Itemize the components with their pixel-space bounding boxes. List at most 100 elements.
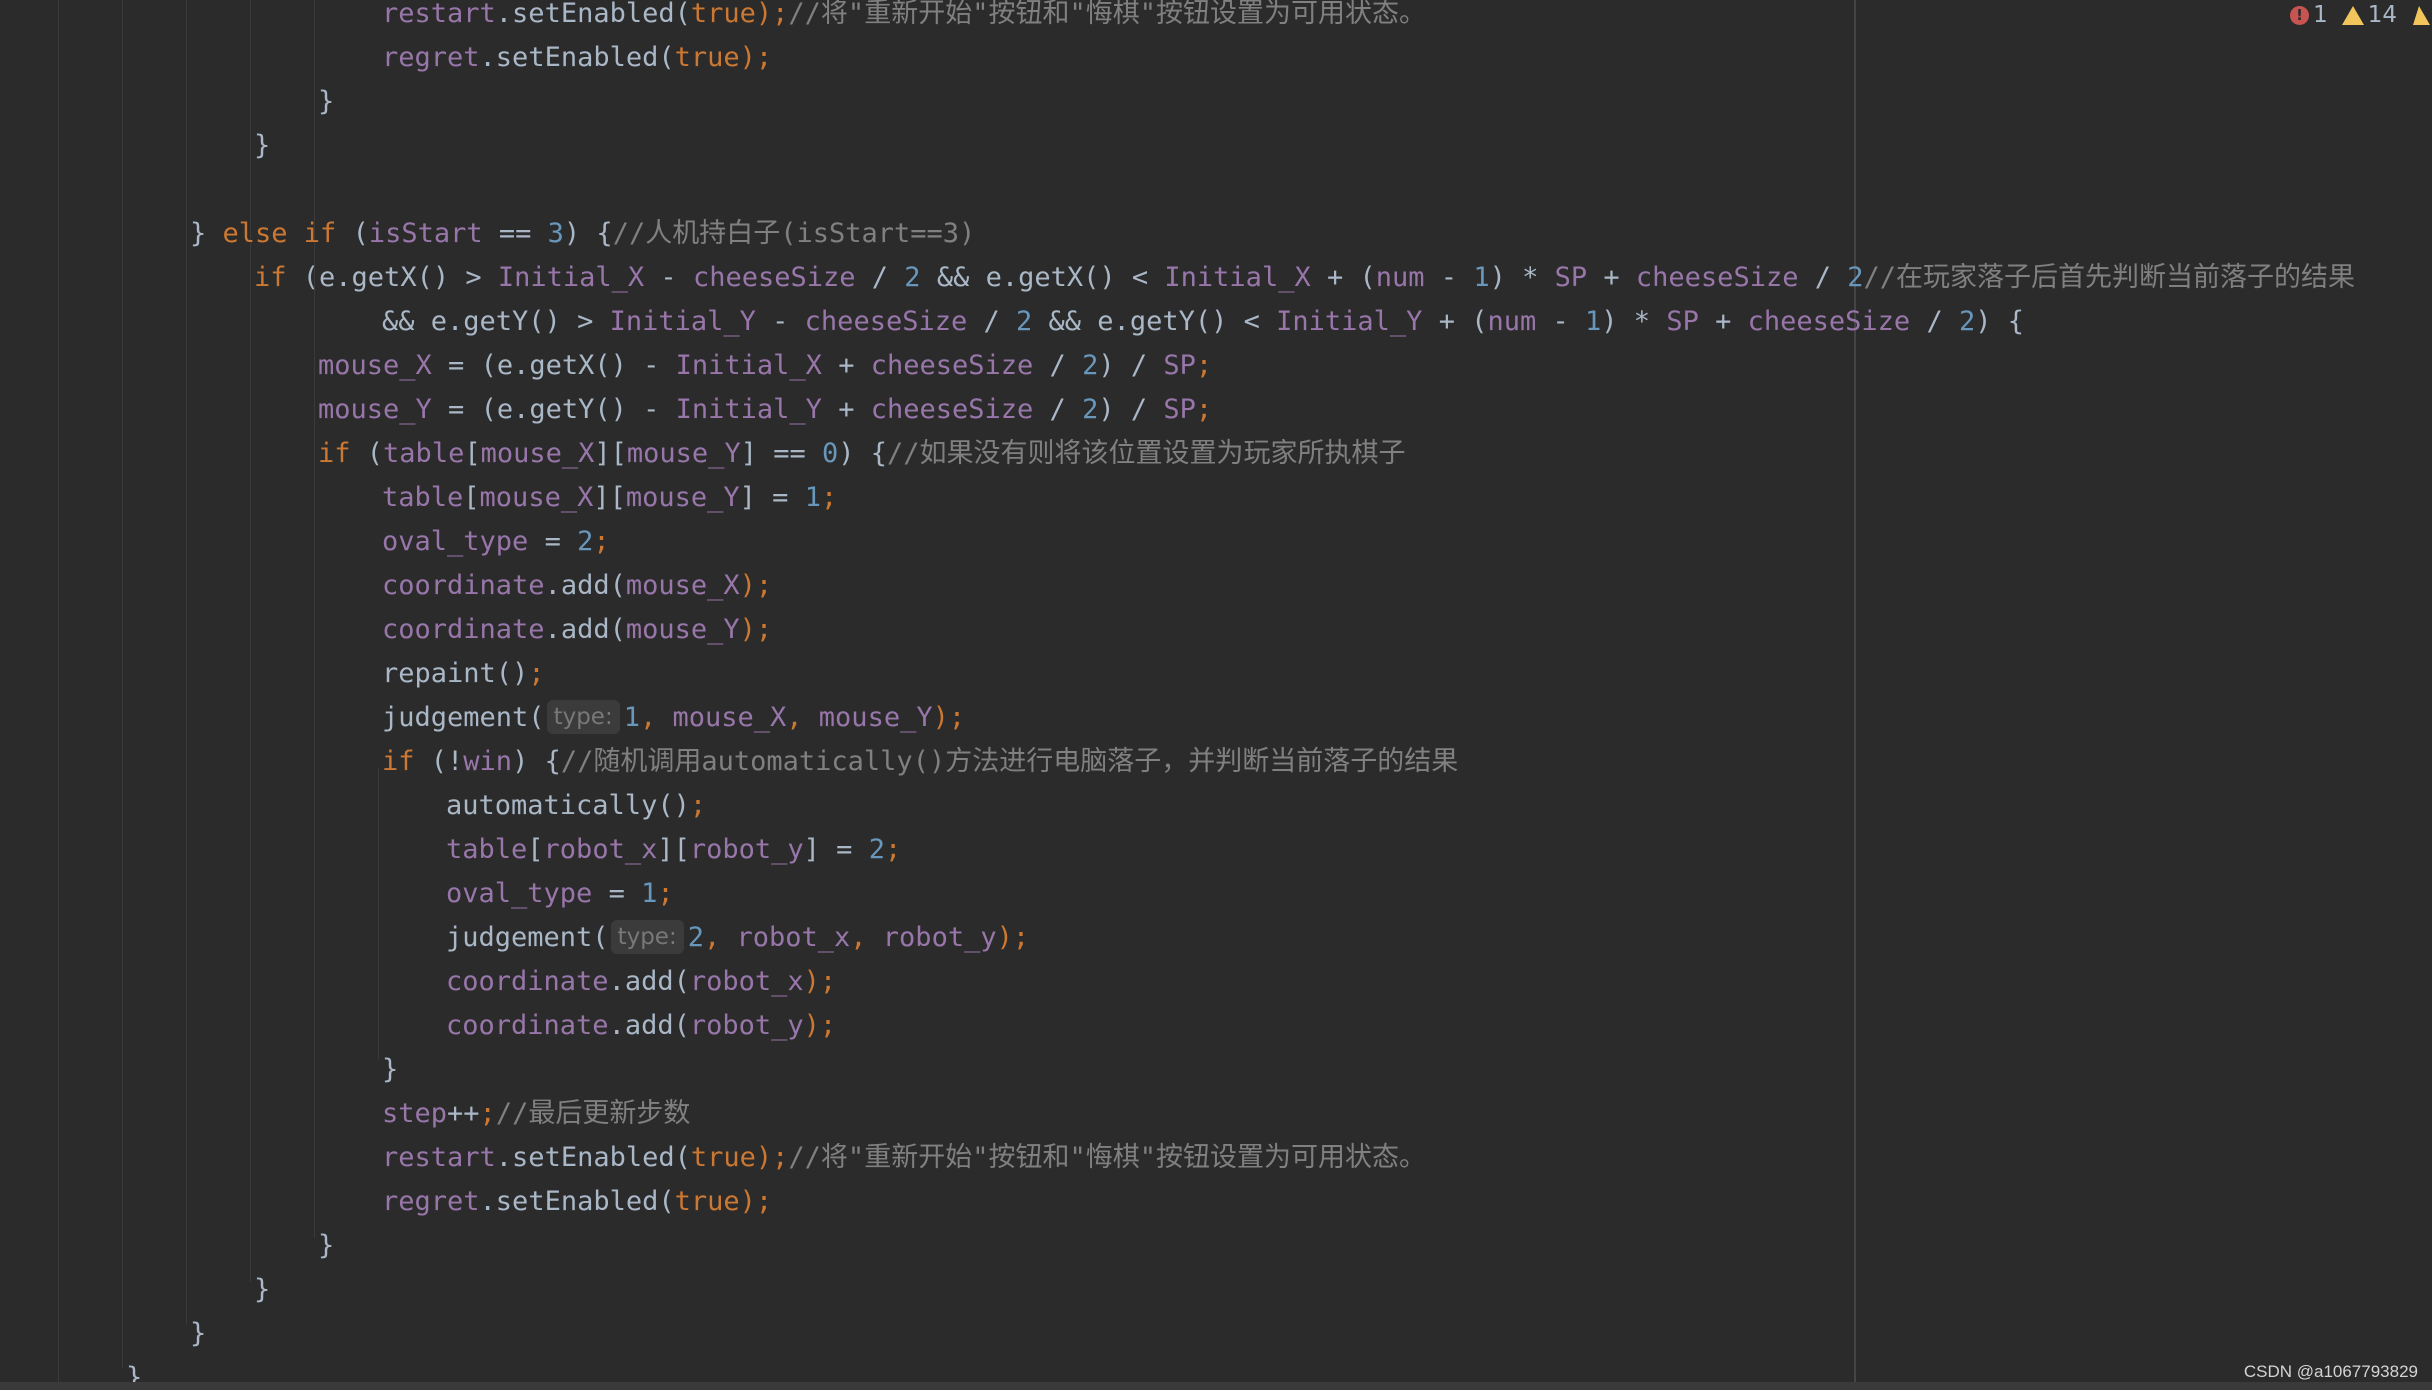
code-token-fld: num (1487, 306, 1537, 337)
code-token-num: 2 (1082, 394, 1099, 425)
parameter-hint: type: (610, 920, 684, 954)
code-line[interactable]: } (254, 124, 270, 168)
code-line[interactable]: oval_type = 1; (446, 872, 674, 916)
code-token-pl: + (1698, 306, 1748, 337)
weak-warning-icon (2413, 5, 2430, 25)
warning-count: 14 (2367, 2, 2397, 28)
code-line[interactable]: regret.setEnabled(true); (382, 1180, 772, 1224)
code-token-pl: .add( (544, 614, 626, 645)
code-token-kw: if (318, 438, 367, 469)
code-token-kw: true (674, 42, 740, 73)
code-token-num: 2 (577, 526, 594, 557)
code-token-pl: } (190, 1318, 207, 1349)
code-token-kw: ; (689, 790, 707, 821)
code-token-fld: robot_y (689, 1010, 804, 1041)
code-line[interactable]: coordinate.add(robot_x); (446, 960, 836, 1004)
indent-guide (250, 0, 251, 1282)
code-line[interactable]: automatically(); (446, 784, 706, 828)
code-line[interactable]: coordinate.add(mouse_X); (382, 564, 772, 608)
code-line[interactable]: step++;//最后更新步数 (382, 1092, 690, 1136)
code-token-fld: oval_type (446, 878, 593, 909)
code-token-kw: ; (1195, 350, 1213, 381)
horizontal-scrollbar[interactable] (0, 1382, 2432, 1390)
code-token-fld: Initial_X (497, 262, 645, 293)
code-line[interactable]: mouse_X = (e.getX() - Initial_X + cheese… (318, 344, 1212, 388)
code-line[interactable]: table[robot_x][robot_y] = 2; (446, 828, 901, 872)
code-token-fld: num (1375, 262, 1425, 293)
code-token-num: 2 (1016, 306, 1033, 337)
code-token-kw: ); (755, 1142, 789, 1173)
indent-guide (122, 0, 123, 1368)
code-token-kw: ); (996, 922, 1030, 953)
code-line[interactable]: regret.setEnabled(true); (382, 36, 772, 80)
code-line[interactable]: mouse_Y = (e.getY() - Initial_Y + cheese… (318, 388, 1212, 432)
code-token-fld: table (446, 834, 528, 865)
code-token-fld: robot_y (882, 922, 997, 953)
code-token-kw: ); (803, 1010, 837, 1041)
code-token-fld: step (382, 1098, 448, 1129)
code-token-pl: / (1798, 262, 1848, 293)
code-line[interactable]: } (318, 1224, 334, 1268)
code-token-pl: && e.getY() < (1032, 306, 1277, 337)
code-line[interactable]: restart.setEnabled(true);//将"重新开始"按钮和"悔棋… (382, 1136, 1426, 1180)
code-line[interactable]: repaint(); (382, 652, 545, 696)
code-token-pl: ][ (593, 482, 626, 513)
code-token-pl: ) { (1975, 306, 2025, 337)
code-token-fld: coordinate (446, 1010, 609, 1041)
code-token-fld: coordinate (382, 570, 545, 601)
code-token-cmt: //将"重新开始"按钮和"悔棋"按钮设置为可用状态。 (788, 0, 1426, 29)
code-token-fld: mouse_X (672, 702, 787, 733)
code-line[interactable]: } (190, 1312, 206, 1356)
code-token-pl: (e.getX() > (302, 262, 498, 293)
code-line[interactable]: } else if (isStart == 3) {//人机持白子(isStar… (190, 212, 975, 256)
code-token-num: 1 (1585, 306, 1602, 337)
code-token-kw: ); (739, 1186, 773, 1217)
code-token-fld: cheeseSize (1747, 306, 1911, 337)
code-token-pl: = (e.getX() - (431, 350, 676, 381)
code-token-num: 1 (1473, 262, 1490, 293)
code-line[interactable]: } (382, 1048, 398, 1092)
code-line[interactable]: coordinate.add(mouse_Y); (382, 608, 772, 652)
watermark: CSDN @a1067793829 (2243, 1362, 2418, 1381)
code-line[interactable]: if (e.getX() > Initial_X - cheeseSize / … (254, 256, 2355, 300)
code-line[interactable]: restart.setEnabled(true);//将"重新开始"按钮和"悔棋… (382, 0, 1426, 36)
code-line[interactable]: && e.getY() > Initial_Y - cheeseSize / 2… (382, 300, 2024, 344)
code-token-fld: regret (382, 1186, 480, 1217)
code-token-pl: .add( (608, 1010, 690, 1041)
code-line[interactable]: } (254, 1268, 270, 1312)
code-line[interactable]: if (!win) {//随机调用automatically()方法进行电脑落子… (382, 740, 1458, 784)
code-token-pl: .setEnabled( (495, 0, 691, 29)
code-token-pl: ] = (739, 482, 805, 513)
error-circle-icon: ! (2290, 5, 2310, 25)
parameter-hint: type: (546, 700, 620, 734)
code-token-fld: Initial_Y (1276, 306, 1423, 337)
code-token-kw: , (850, 922, 883, 953)
warning-triangle-icon (2341, 5, 2364, 25)
code-token-kw: ; (884, 834, 902, 865)
code-line[interactable]: oval_type = 2; (382, 520, 610, 564)
inspection-widget[interactable]: ! 1 14 (2284, 0, 2432, 30)
code-token-kw: ; (479, 1098, 496, 1129)
code-token-pl: - (755, 306, 805, 337)
code-token-kw: ; (528, 658, 545, 689)
code-token-pl: = (528, 526, 578, 557)
code-line[interactable]: coordinate.add(robot_y); (446, 1004, 836, 1048)
code-token-pl: / (1910, 306, 1959, 337)
code-token-pl: .setEnabled( (495, 1142, 691, 1173)
code-editor[interactable]: restart.setEnabled(true);//将"重新开始"按钮和"悔棋… (0, 0, 2432, 1390)
code-line[interactable]: } (318, 80, 334, 124)
code-line[interactable]: if (table[mouse_X][mouse_Y] == 0) {//如果没… (318, 432, 1406, 476)
code-line[interactable]: judgement(type: 2, robot_x, robot_y); (446, 916, 1029, 960)
code-token-fld: mouse_Y (625, 482, 740, 513)
code-line[interactable]: judgement(type: 1, mouse_X, mouse_Y); (382, 696, 965, 740)
code-token-num: 2 (1847, 262, 1864, 293)
code-token-pl: } (190, 218, 223, 249)
code-token-kw: true (674, 1186, 740, 1217)
code-token-fld: mouse_X (480, 438, 595, 469)
code-token-num: 2 (687, 922, 704, 953)
code-token-pl: - (1424, 262, 1474, 293)
code-line[interactable]: table[mouse_X][mouse_Y] = 1; (382, 476, 837, 520)
code-token-pl: / (1033, 394, 1083, 425)
code-token-pl: ] == (740, 438, 822, 469)
code-token-pl: ) * (1489, 262, 1555, 293)
